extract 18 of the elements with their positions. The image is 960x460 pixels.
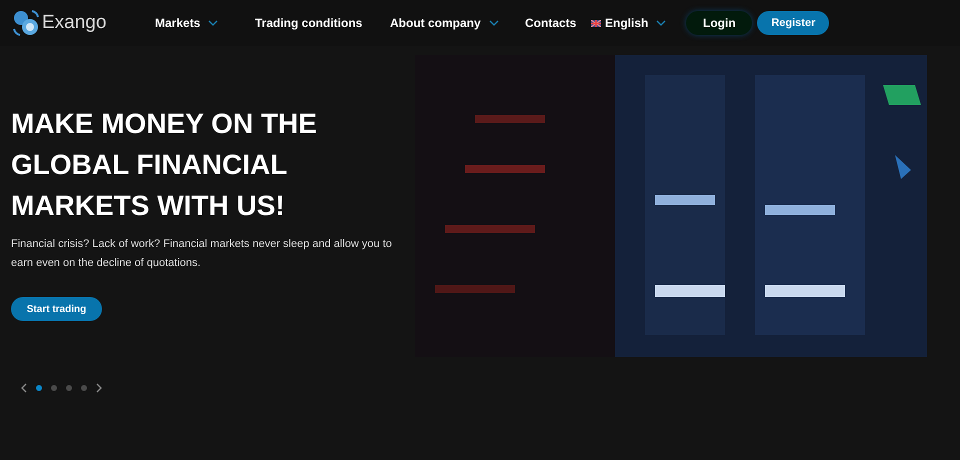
nav-link[interactable]: Contacts [525, 14, 591, 32]
chevron-down-icon [208, 20, 218, 26]
chevron-right-icon[interactable] [96, 383, 102, 393]
nav-link[interactable]: Trading conditions [255, 14, 390, 32]
nav-link[interactable]: About company [390, 14, 525, 32]
flag-icon [591, 20, 601, 26]
nav-link[interactable]: Markets [155, 14, 255, 32]
chevron-down-icon [656, 20, 666, 26]
logo-text: Exango [42, 10, 106, 35]
register-button[interactable]: Register [757, 11, 830, 35]
logo-icon [10, 7, 42, 39]
hero-title: MAKE MONEY ON THE GLOBAL FINANCIAL MARKETS WITH US! [11, 107, 318, 223]
language-selector[interactable]: English [591, 14, 666, 32]
hero-text: Financial crisis? Lack of work? Financial markets never sleep and allow you to earn even on the decline of quotations. [11, 237, 393, 271]
chevron-down-icon [488, 20, 499, 26]
chevron-left-icon[interactable] [21, 383, 27, 393]
start-trading-button[interactable]: Start trading [11, 297, 102, 321]
login-button[interactable]: Login [686, 11, 752, 35]
